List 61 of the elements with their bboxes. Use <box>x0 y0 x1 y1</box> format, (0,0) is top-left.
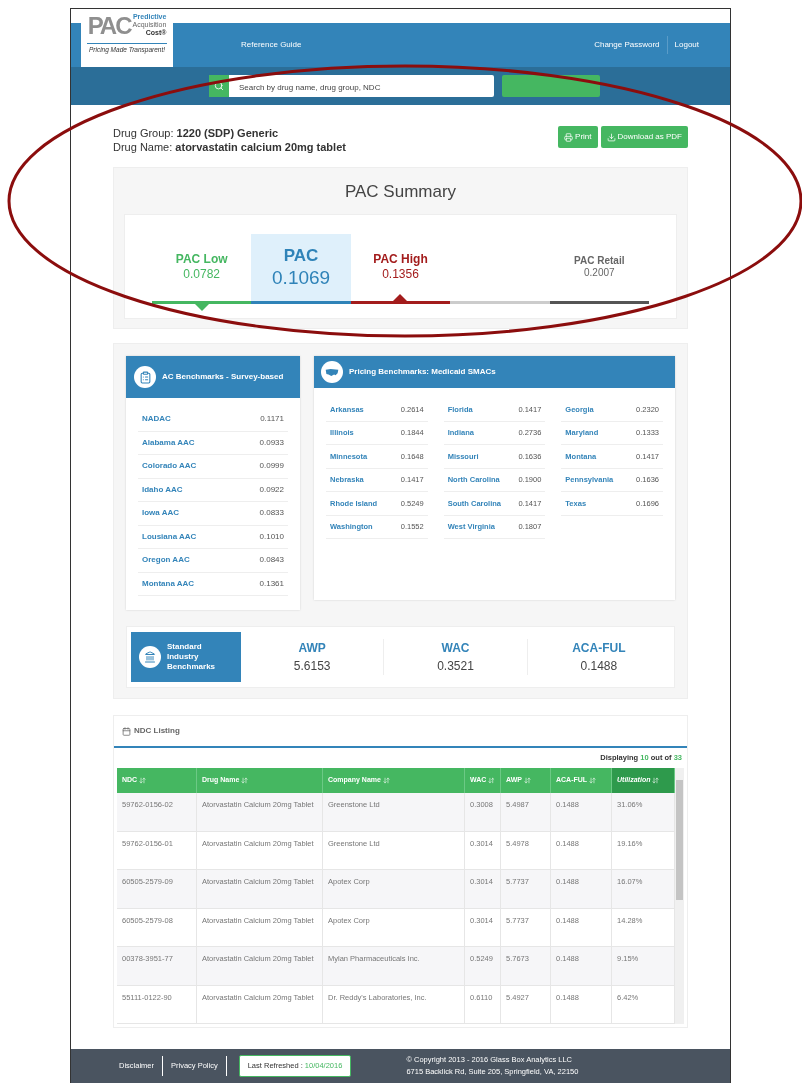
benchmark-label: ACA-FUL <box>572 640 626 657</box>
drug-group-text: Drug Group: 1220 (SDP) Generic <box>113 126 280 140</box>
benchmark-value: 0.0843 <box>259 554 284 567</box>
sort-icon <box>382 777 390 784</box>
scrollbar[interactable] <box>675 768 684 1024</box>
building-icon <box>144 651 156 663</box>
search-button[interactable] <box>502 75 600 97</box>
card-title: Pricing Benchmarks: Medicaid SMACs <box>349 366 496 378</box>
sort-icon <box>488 777 495 784</box>
sort-icon <box>241 777 249 784</box>
pac-label: PAC Low <box>175 252 228 267</box>
benchmark-value: 0.1488 <box>580 658 618 675</box>
sort-icon <box>652 777 660 784</box>
sort-icon <box>589 777 597 784</box>
pac-label: PAC <box>283 244 319 266</box>
card-title: AC Benchmarks - Survey-based <box>162 372 284 382</box>
print-button[interactable]: Print <box>558 126 598 148</box>
benchmark-name: Colorado AAC <box>142 460 197 473</box>
clipboard-icon <box>138 370 152 384</box>
card-title: NDC Listing <box>134 725 180 737</box>
benchmark-label: WAC <box>441 640 470 657</box>
pac-label: PAC High <box>373 252 428 267</box>
benchmark-name: Alabama AAC <box>142 436 195 449</box>
benchmark-name: Idaho AAC <box>142 483 183 496</box>
map-icon <box>325 367 339 377</box>
benchmark-label: AWP <box>298 640 326 657</box>
printer-icon <box>564 132 574 142</box>
standard-benchmarks-badge: Standard Industry Benchmarks <box>131 632 241 682</box>
pac-value: 0.1356 <box>382 267 419 282</box>
benchmark-value: 0.0933 <box>259 436 284 449</box>
benchmark-value: 0.1361 <box>259 577 284 590</box>
pointer-marker-icon <box>393 293 408 301</box>
download-icon <box>606 132 616 142</box>
benchmark-value: 0.1010 <box>259 530 284 543</box>
pac-value: 0.0782 <box>183 267 221 282</box>
benchmark-value: 0.1171 <box>260 413 284 426</box>
benchmark-name: Lousiana AAC <box>142 530 197 543</box>
nav-link[interactable]: Logout <box>667 39 706 51</box>
benchmark-value: 0.3521 <box>437 658 474 675</box>
benchmark-value: 0.0922 <box>259 483 284 496</box>
benchmark-name: Montana AAC <box>142 577 195 590</box>
benchmark-value: 0.0833 <box>259 507 284 520</box>
calendar-icon <box>122 726 131 736</box>
benchmark-value: 5.6153 <box>293 658 331 675</box>
panel-title: PAC Summary <box>343 181 458 203</box>
search-icon <box>214 81 224 91</box>
benchmark-name: Oregon AAC <box>142 554 190 567</box>
drug-name-text: Drug Name: atorvastatin calcium 20mg tablet <box>113 140 346 154</box>
pointer-marker-icon <box>194 303 209 311</box>
search-field[interactable]: Search by drug name, drug group, NDC <box>229 75 494 97</box>
nav-link[interactable]: Reference Guide <box>241 39 302 51</box>
benchmark-name: NADAC <box>142 413 171 426</box>
nav-link[interactable]: Change Password <box>587 39 667 51</box>
pac-value: 0.1069 <box>272 265 331 290</box>
benchmark-name: Iowa AAC <box>142 507 180 520</box>
benchmark-value: 0.0999 <box>259 460 284 473</box>
pac-label: PAC Retail <box>574 254 625 267</box>
pac-value: 0.2007 <box>584 267 615 280</box>
download-button[interactable]: Download as PDF <box>600 126 688 148</box>
sort-icon <box>523 777 531 784</box>
sort-icon <box>139 777 147 784</box>
